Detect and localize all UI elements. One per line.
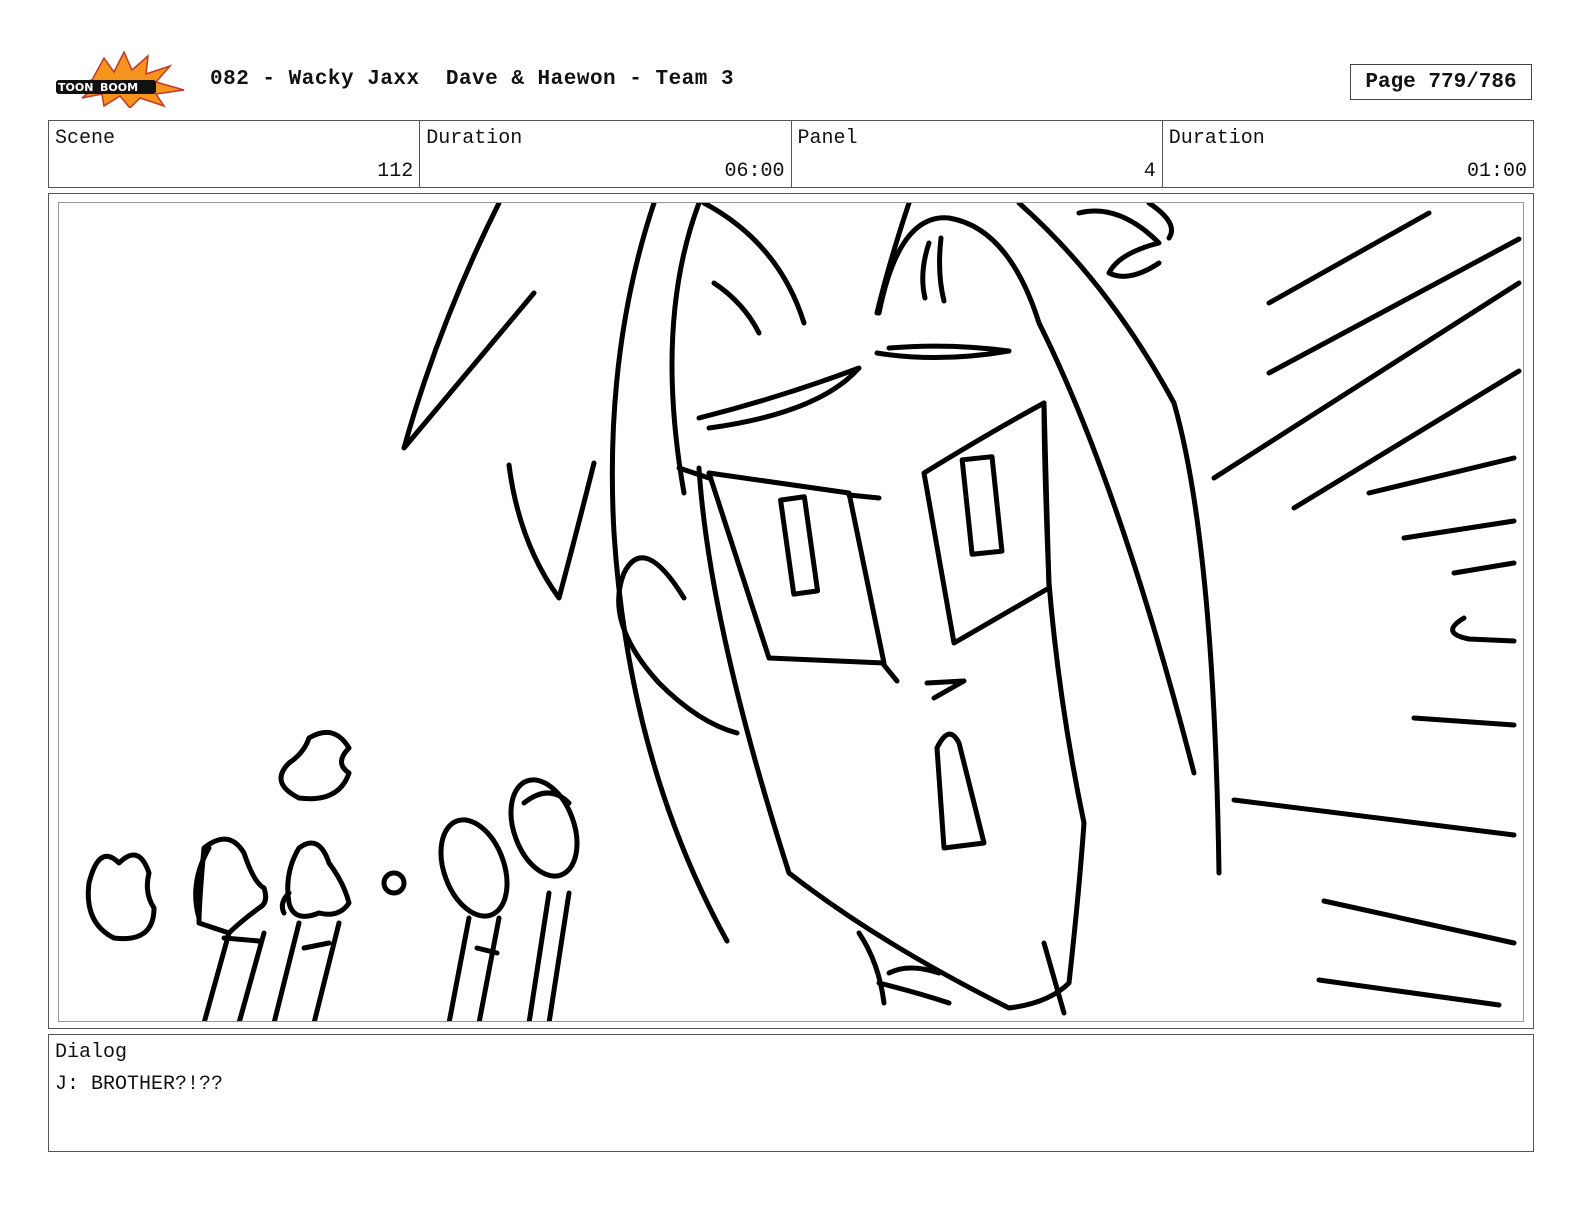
panel-value: 4	[1143, 160, 1156, 183]
panel-sketch	[58, 202, 1524, 1022]
scene-duration-cell: Duration 06:00	[420, 121, 792, 187]
scene-info-row: Scene 112 Duration 06:00 Panel 4 Duratio…	[48, 120, 1534, 188]
panel-label: Panel	[797, 127, 858, 150]
svg-text:BOOM: BOOM	[100, 81, 138, 94]
scene-duration-label: Duration	[426, 127, 523, 150]
panel-duration-label: Duration	[1168, 127, 1265, 150]
scene-label: Scene	[55, 127, 116, 150]
left-pupil	[778, 494, 821, 597]
mouth	[934, 731, 987, 851]
speed-lines	[1211, 210, 1522, 1008]
hair-strokes	[401, 203, 1222, 944]
panel-duration-cell: Duration 01:00	[1163, 121, 1533, 187]
left-eye	[706, 470, 887, 666]
panel-duration-value: 01:00	[1466, 160, 1527, 183]
right-eyebrow	[874, 343, 1012, 361]
right-eye	[921, 400, 1052, 646]
panel-cell: Panel 4	[792, 121, 1163, 187]
scene-cell: Scene 112	[49, 121, 421, 187]
crowd-sketch	[85, 729, 580, 1021]
face-outline	[696, 400, 1087, 1011]
nose	[924, 678, 967, 701]
dialog-text: J: BROTHER?!??	[55, 1073, 224, 1096]
toonboom-logo: TOON BOOM	[52, 50, 190, 110]
scene-value: 112	[377, 160, 414, 183]
svg-text:TOON: TOON	[58, 81, 93, 94]
page-indicator: Page 779/786	[1350, 64, 1532, 100]
dialog-box: Dialog J: BROTHER?!??	[48, 1034, 1534, 1152]
left-eyebrow	[696, 365, 862, 431]
right-pupil	[959, 454, 1005, 557]
dialog-label: Dialog	[55, 1041, 128, 1064]
scene-duration-value: 06:00	[724, 160, 785, 183]
storyboard-title: 082 - Wacky Jaxx Dave & Haewon - Team 3	[210, 68, 735, 91]
